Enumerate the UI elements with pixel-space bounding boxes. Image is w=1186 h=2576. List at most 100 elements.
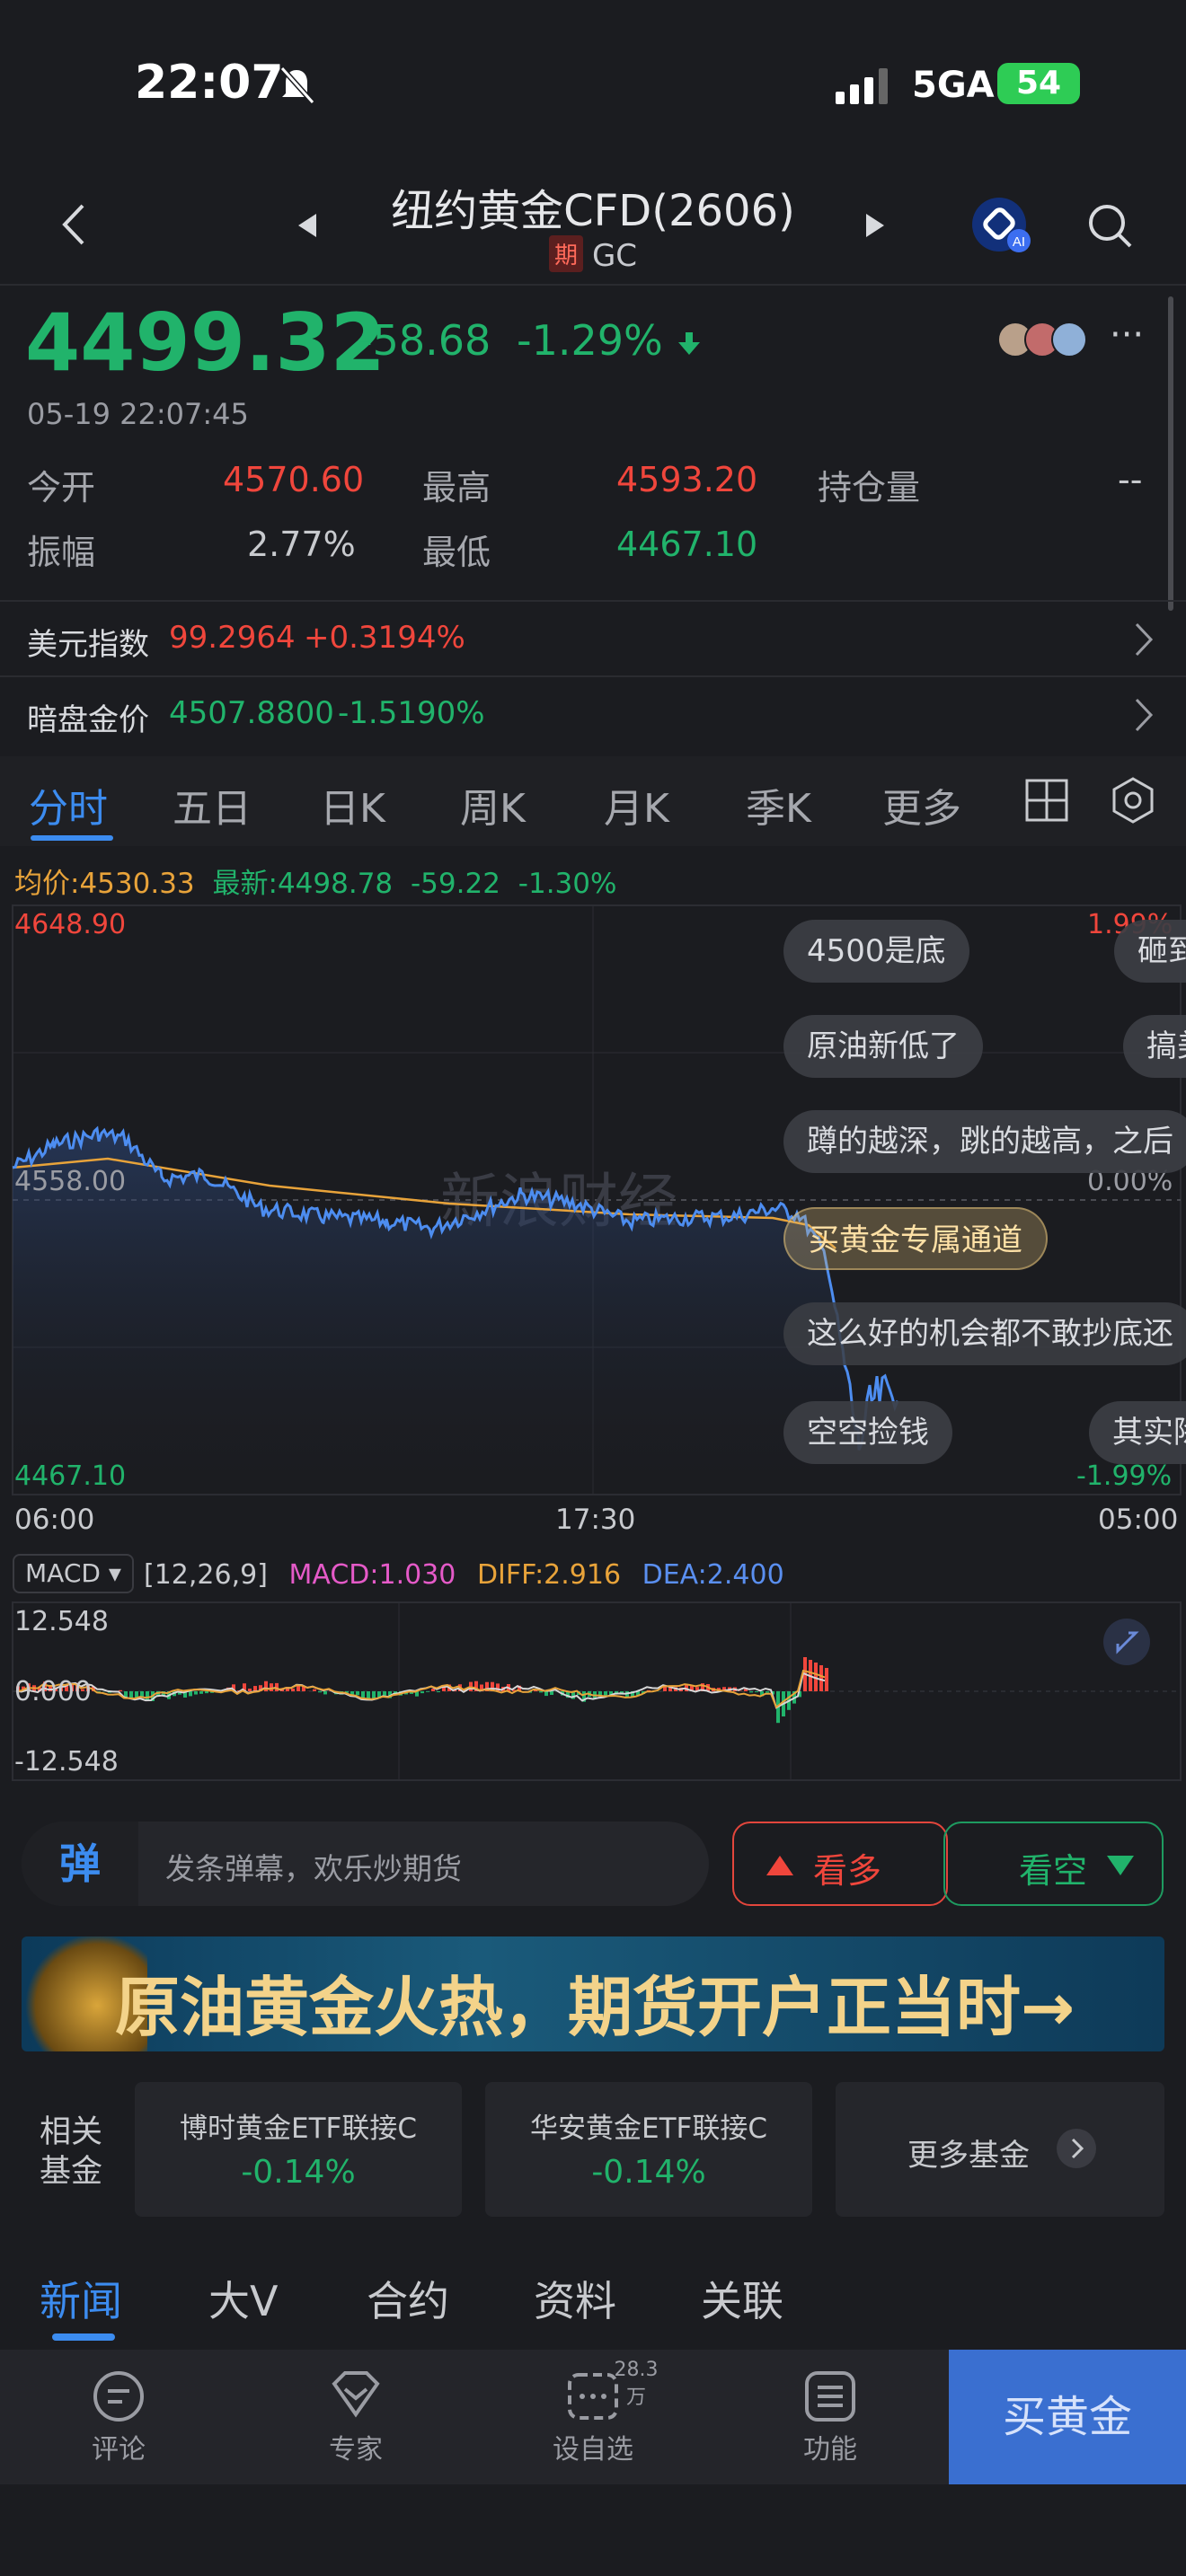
bullish-label: 看多 — [813, 1851, 882, 1891]
buy-gold-button[interactable]: 买黄金 — [949, 2350, 1186, 2484]
usd-index-label: 美元指数 — [27, 627, 149, 663]
dark-gold-value: 4507.8800 — [169, 695, 334, 731]
indicator-selector[interactable]: MACD ▾ — [13, 1554, 134, 1593]
danmu-item[interactable]: 砸到 — [1114, 920, 1186, 983]
fund-card[interactable]: 博时黄金ETF联接C -0.14% — [135, 2082, 462, 2217]
usd-index-value: 99.2964 — [169, 620, 296, 656]
macd-bar — [189, 1691, 192, 1697]
nav-comment-label: 评论 — [92, 2434, 146, 2466]
nav-function[interactable]: 功能 — [758, 2350, 902, 2466]
down-arrow-icon — [678, 332, 700, 355]
danmu-promo[interactable]: 买黄金专属通道 — [783, 1207, 1048, 1270]
bullish-button[interactable]: 看多 — [732, 1822, 948, 1906]
tab-intraday[interactable]: 分时 — [29, 776, 108, 834]
danmu-input[interactable]: 弹 发条弹幕，欢乐炒期货 — [22, 1822, 709, 1906]
macd-bar — [146, 1691, 149, 1701]
open-interest-value: -- — [1118, 460, 1143, 499]
fund-change: -0.14% — [241, 2154, 356, 2191]
more-icon[interactable]: ··· — [1110, 314, 1144, 356]
expand-button[interactable] — [1103, 1619, 1150, 1665]
svg-text:AI: AI — [1013, 234, 1025, 250]
macd-bar — [420, 1691, 424, 1694]
macd-bar — [383, 1691, 386, 1696]
danmu-item[interactable]: 这么好的机会都不敢抄底还 — [783, 1302, 1186, 1365]
tab-news[interactable]: 新闻 — [40, 2269, 122, 2328]
nav-expert[interactable]: 专家 — [284, 2350, 428, 2466]
macd-bar — [431, 1689, 435, 1691]
macd-bar — [539, 1691, 543, 1693]
danmu-item[interactable]: 蹲的越深，跳的越高，之后 — [783, 1110, 1186, 1173]
chart-legend: 均价:4530.33 最新:4498.78 -59.22 -1.30% — [14, 860, 616, 901]
macd-bar — [544, 1691, 548, 1697]
avg-price-label: 均价:4530.33 — [14, 868, 195, 900]
ai-assistant-icon[interactable]: AI — [970, 196, 1035, 255]
fund-change: -0.14% — [591, 2154, 706, 2191]
high-value: 4593.20 — [616, 460, 758, 499]
tab-more[interactable]: 更多 — [882, 776, 961, 834]
danmu-item[interactable]: 空空捡钱 — [783, 1401, 952, 1464]
macd-bar — [356, 1691, 359, 1696]
macd-bar — [766, 1691, 769, 1693]
nav-comment[interactable]: 评论 — [47, 2350, 190, 2466]
search-icon[interactable] — [1085, 201, 1134, 250]
settings-icon[interactable] — [1109, 776, 1157, 825]
battery-level: 54 — [1015, 65, 1062, 101]
amplitude-value: 2.77% — [247, 525, 356, 564]
tab-quarterly-k[interactable]: 季K — [746, 776, 811, 834]
danmu-item[interactable]: 4500是底 — [783, 920, 969, 983]
tab-contract[interactable]: 合约 — [367, 2269, 449, 2328]
macd-bar — [550, 1691, 553, 1695]
grid-layout-icon[interactable] — [1024, 778, 1069, 823]
danmu-item[interactable]: 原油新低了 — [783, 1015, 983, 1078]
last-price: 4499.32 — [25, 296, 385, 389]
usd-index-change: +0.3194% — [304, 620, 465, 656]
macd-bar — [318, 1691, 322, 1693]
nav-watchlist[interactable]: 设自选 28.3万 — [521, 2350, 665, 2466]
dark-gold-row[interactable]: 暗盘金价 4507.8800 -1.5190% — [0, 675, 1186, 751]
bearish-button[interactable]: 看空 — [943, 1822, 1164, 1906]
user-avatars[interactable] — [997, 320, 1102, 361]
macd-bar — [129, 1691, 133, 1698]
nav-expert-label: 专家 — [329, 2434, 383, 2466]
danmu-layer: 4500是底 砸到 原油新低了 搞美 蹲的越深，跳的越高，之后 买黄金专属通道 … — [0, 898, 1186, 1509]
tab-related[interactable]: 关联 — [701, 2269, 783, 2328]
open-value: 4570.60 — [223, 460, 365, 499]
down-arrow-icon — [1107, 1856, 1134, 1875]
macd-y-bottom: -12.548 — [14, 1746, 119, 1778]
signal-icon — [836, 68, 888, 104]
macd-chart[interactable] — [0, 1601, 1186, 1784]
usd-index-row[interactable]: 美元指数 99.2964 +0.3194% — [0, 600, 1186, 675]
tab-weekly-k[interactable]: 周K — [460, 776, 526, 834]
dea-value: DEA:2.400 — [642, 1559, 784, 1591]
open-interest-label: 持仓量 — [818, 468, 921, 507]
macd-bar — [194, 1691, 198, 1695]
tab-five-day[interactable]: 五日 — [173, 776, 252, 834]
more-funds-button[interactable]: 更多基金 — [836, 2082, 1164, 2217]
tab-big-v[interactable]: 大V — [208, 2269, 278, 2328]
macd-bar — [825, 1668, 828, 1691]
fund-card[interactable]: 华安黄金ETF联接C -0.14% — [485, 2082, 812, 2217]
macd-y-mid: 0.000 — [14, 1676, 92, 1707]
nav-watchlist-label: 设自选 — [553, 2434, 633, 2466]
danmu-item[interactable]: 其实除 — [1089, 1401, 1186, 1464]
period-tabs: 分时 五日 日K 周K 月K 季K 更多 — [0, 756, 1186, 846]
scrollbar[interactable] — [1168, 296, 1173, 611]
macd-legend: [12,26,9] MACD:1.030 DIFF:2.916 DEA:2.40… — [144, 1559, 784, 1591]
open-label: 今开 — [27, 468, 96, 507]
promo-banner[interactable]: 原油黄金火热，期货开户正当时→ — [22, 1936, 1164, 2051]
danmu-icon: 弹 — [22, 1822, 138, 1906]
next-contract-icon[interactable] — [864, 212, 886, 239]
macd-bar — [291, 1689, 295, 1691]
high-label: 最高 — [422, 468, 491, 507]
tab-daily-k[interactable]: 日K — [320, 776, 385, 834]
tab-profile[interactable]: 资料 — [534, 2269, 616, 2328]
header-divider — [0, 284, 1186, 286]
avatar — [1051, 322, 1087, 357]
price-change: -58.68 — [358, 316, 491, 365]
latest-price-label: 最新:4498.78 — [212, 868, 394, 900]
danmu-item[interactable]: 搞美 — [1123, 1015, 1186, 1078]
bearish-label: 看空 — [1019, 1851, 1088, 1891]
tab-monthly-k[interactable]: 月K — [604, 776, 669, 834]
status-time: 22:07 — [135, 56, 284, 110]
network-type: 5GA — [912, 65, 995, 106]
